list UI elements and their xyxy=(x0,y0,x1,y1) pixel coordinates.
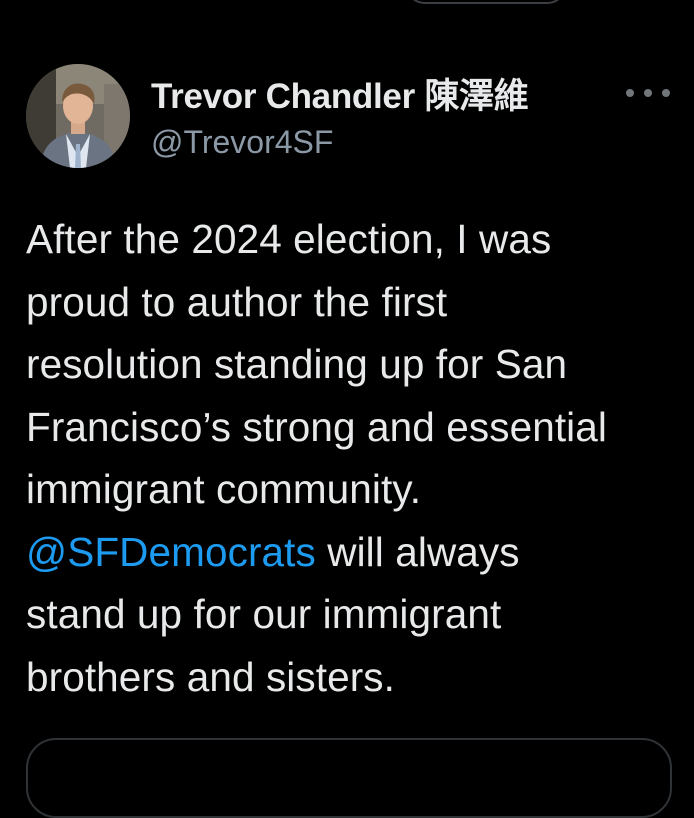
tweet-text-line: Francisco’s strong and essential xyxy=(26,396,686,459)
text-segment: will always xyxy=(315,528,520,575)
author-name-row: Trevor Chandler 陳澤維 xyxy=(151,68,529,119)
dot xyxy=(662,89,670,97)
avatar[interactable] xyxy=(26,64,130,168)
dot xyxy=(644,89,652,97)
tweet-text-line: stand up for our immigrant xyxy=(26,583,686,646)
dot xyxy=(626,89,634,97)
text-segment: Francisco’s strong and essential xyxy=(26,403,607,450)
tweet-text: After the 2024 election, I was proud to … xyxy=(26,208,686,708)
text-segment: immigrant community. xyxy=(26,466,422,512)
mention-link[interactable]: @SFDemocrats xyxy=(26,529,316,575)
profile-photo-icon xyxy=(26,64,130,168)
text-segment: resolution standing up for San xyxy=(26,341,568,387)
tweet-text-line: After the 2024 election, I was xyxy=(26,208,686,271)
tweet-text-line: resolution standing up for San xyxy=(26,333,686,396)
text-segment: After the 2024 election, I was xyxy=(26,216,552,262)
tweet-text-line: brothers and sisters. xyxy=(26,646,686,709)
top-partial-button[interactable] xyxy=(405,0,567,4)
text-segment: stand up for our immigrant xyxy=(26,591,502,637)
more-horizontal-icon[interactable] xyxy=(626,78,670,108)
text-segment: proud to author the first xyxy=(26,278,448,325)
author-handle[interactable]: @Trevor4SF xyxy=(151,124,333,161)
tweet-text-line: proud to author the first xyxy=(26,271,686,334)
text-segment: brothers and sisters. xyxy=(26,653,396,700)
embedded-card[interactable] xyxy=(26,738,672,818)
tweet-text-line: immigrant community. xyxy=(26,458,686,521)
tweet-text-line: @SFDemocrats will always xyxy=(26,521,686,584)
author-display-name[interactable]: Trevor Chandler 陳澤維 xyxy=(151,68,529,119)
